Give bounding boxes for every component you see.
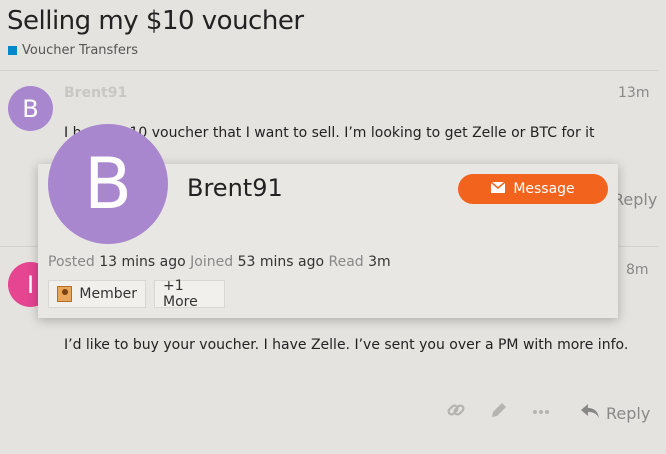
joined-label: Joined [190, 254, 234, 270]
pencil-icon[interactable] [489, 400, 509, 425]
topic-title[interactable]: Selling my $10 voucher [7, 6, 304, 36]
category-label: Voucher Transfers [22, 43, 138, 58]
read-value: 3m [368, 254, 391, 270]
post-avatar[interactable]: B [8, 86, 53, 131]
post-username[interactable]: Brent91 [64, 85, 127, 101]
category-link[interactable]: Voucher Transfers [8, 43, 138, 58]
header-divider [0, 70, 658, 71]
member-badge-icon [57, 286, 73, 302]
message-button[interactable]: Message [458, 174, 608, 204]
joined-value: 53 mins ago [237, 254, 325, 270]
user-card-avatar[interactable]: B [48, 124, 168, 244]
post-time[interactable]: 13m [618, 85, 649, 101]
category-color-square [8, 46, 17, 55]
ellipsis-icon[interactable] [531, 401, 551, 426]
more-badges-button[interactable]: +1 More [154, 278, 225, 310]
post-time[interactable]: 8m [626, 262, 649, 278]
reply-button[interactable]: Reply [580, 402, 650, 424]
read-label: Read [328, 254, 364, 270]
link-icon[interactable] [446, 400, 466, 425]
posted-label: Posted [48, 254, 95, 270]
posted-value: 13 mins ago [99, 254, 186, 270]
user-card-username[interactable]: Brent91 [187, 174, 283, 202]
envelope-icon [490, 181, 506, 197]
member-badge[interactable]: Member [48, 280, 146, 308]
reply-arrow-icon [580, 402, 600, 424]
user-card-stats: Posted 13 mins ago Joined 53 mins ago Re… [48, 254, 391, 270]
post-body: I’d like to buy your voucher. I have Zel… [64, 337, 629, 353]
reply-button[interactable]: Reply [613, 190, 661, 209]
